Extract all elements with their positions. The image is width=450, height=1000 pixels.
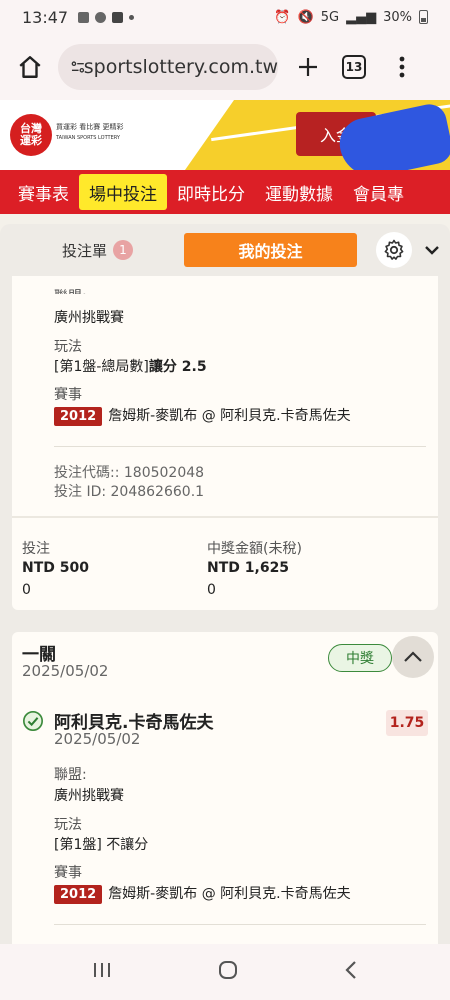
- odds-badge: 1.75: [386, 710, 428, 736]
- collapse-card-button[interactable]: [392, 636, 434, 678]
- network-type: 5G: [320, 9, 340, 25]
- market-line: 讓分 2.5: [148, 359, 207, 375]
- bet-date: 2025/05/02: [22, 662, 109, 680]
- app-notification-icon: [95, 11, 107, 23]
- market-label: 玩法: [54, 817, 82, 833]
- nav-item-live-betting[interactable]: 場中投注: [79, 174, 167, 210]
- match-name: 詹姆斯-麥凱布 @ 阿利貝克.卡奇馬佐夫: [108, 886, 351, 902]
- bet-card: 一關 2025/05/02 中獎 阿利貝克.卡奇馬佐夫 2025/05/02 1…: [12, 632, 438, 944]
- league-value: 廣州挑戰賽: [54, 788, 124, 804]
- recents-button[interactable]: [92, 961, 112, 983]
- settings-button[interactable]: [376, 232, 412, 268]
- alarm-icon: ⏰: [274, 9, 291, 25]
- image-notification-icon: [78, 11, 90, 23]
- section-divider: [12, 516, 438, 518]
- tagline-en: TAIWAN SPORTS LOTTERY: [56, 135, 120, 141]
- bet-id: 投注 ID: 204862660.1: [54, 484, 205, 500]
- bet-code: 投注代碼:: 180502048: [54, 465, 205, 481]
- league-label: 聯盟:: [54, 767, 87, 783]
- year-tag: 2012: [54, 885, 103, 904]
- tab-switcher-button[interactable]: 13: [336, 49, 372, 85]
- signal-icon: ▂▄▆: [346, 9, 377, 25]
- nav-item-sports-data[interactable]: 運動數據: [255, 174, 343, 210]
- stake-sub-value: 0: [22, 582, 31, 598]
- tab-count: 13: [342, 55, 366, 79]
- check-circle-icon: [23, 711, 43, 731]
- market-value: [第1盤-總局數]讓分 2.5: [54, 356, 207, 376]
- match-value: 2012 詹姆斯-麥凱布 @ 阿利貝克.卡奇馬佐夫: [54, 405, 351, 426]
- year-tag: 2012: [54, 407, 103, 426]
- back-button[interactable]: [344, 960, 358, 984]
- selection-date: 2025/05/02: [54, 730, 141, 748]
- gear-icon: [384, 239, 404, 260]
- payout-label: 中獎金額(未稅): [207, 541, 302, 557]
- address-bar[interactable]: sportslottery.com.tw: [58, 44, 278, 90]
- browser-menu-button[interactable]: [384, 49, 420, 85]
- url-text: sportslottery.com.tw: [83, 56, 278, 78]
- payout-sub-value: 0: [207, 582, 216, 598]
- home-icon: [19, 56, 41, 78]
- system-indicators: ⏰ 🔇 5G ▂▄▆ 30%: [274, 10, 428, 25]
- nav-item-member[interactable]: 會員專: [343, 174, 414, 210]
- chevron-up-icon: [404, 651, 422, 662]
- my-bets-list[interactable]: 聯盟: 廣州挑戰賽 玩法 [第1盤-總局數]讓分 2.5 賽事 2012 詹姆斯-…: [0, 276, 450, 944]
- browser-toolbar: sportslottery.com.tw 13: [0, 34, 450, 100]
- payout-value: NTD 1,625: [207, 560, 290, 576]
- stake-value: NTD 500: [22, 560, 89, 576]
- market-period: [第1盤]: [54, 837, 102, 853]
- match-value: 2012 詹姆斯-麥凱布 @ 阿利貝克.卡奇馬佐夫: [54, 883, 351, 904]
- match-name: 詹姆斯-麥凱布 @ 阿利貝克.卡奇馬佐夫: [108, 408, 351, 424]
- nav-item-live-scores[interactable]: 即時比分: [167, 174, 255, 210]
- main-nav: 賽事表 場中投注 即時比分 運動數據 會員專: [0, 170, 450, 214]
- back-chevron-icon: [345, 961, 356, 979]
- bet-slip-tab[interactable]: 投注單: [62, 240, 107, 261]
- system-nav-bar: [0, 944, 450, 1000]
- market-line: 不讓分: [101, 837, 149, 853]
- nav-item-schedule[interactable]: 賽事表: [0, 174, 79, 210]
- league-label: 聯盟:: [54, 286, 87, 294]
- chevron-down-icon: [425, 246, 439, 255]
- collapse-slip-button[interactable]: [420, 238, 444, 262]
- site-tagline: 買運彩 看比賽 更精彩 TAIWAN SPORTS LOTTERY: [56, 122, 123, 144]
- bet-slip-bar: 投注單 1 我的投注: [0, 224, 450, 276]
- new-tab-button[interactable]: [290, 49, 326, 85]
- bet-card: 聯盟: 廣州挑戰賽 玩法 [第1盤-總局數]讓分 2.5 賽事 2012 詹姆斯-…: [12, 276, 438, 610]
- home-button[interactable]: [12, 49, 48, 85]
- more-notifications-icon: [129, 14, 135, 20]
- notification-icons: [78, 11, 135, 23]
- tagline-zh: 買運彩 看比賽 更精彩: [56, 123, 124, 131]
- status-bar: 13:47 ⏰ 🔇 5G ▂▄▆ 30%: [0, 0, 450, 34]
- site-logo[interactable]: 台灣運彩: [10, 114, 52, 156]
- battery-icon: [419, 10, 428, 24]
- match-label: 賽事: [54, 865, 82, 881]
- home-nav-button[interactable]: [217, 959, 239, 985]
- more-vert-icon: [399, 56, 405, 78]
- youtube-notification-icon: [112, 11, 124, 23]
- home-circle-icon: [218, 961, 237, 979]
- status-badge: 中獎: [328, 644, 392, 672]
- league-value: 廣州挑戰賽: [54, 310, 124, 326]
- plus-icon: [299, 58, 317, 76]
- clock: 13:47: [22, 7, 69, 27]
- stake-label: 投注: [22, 541, 50, 557]
- battery-level: 30%: [383, 9, 412, 25]
- divider: [54, 924, 426, 925]
- match-label: 賽事: [54, 387, 82, 403]
- recents-icon: [94, 963, 111, 977]
- divider: [54, 446, 426, 447]
- my-bets-button[interactable]: 我的投注: [184, 233, 357, 267]
- market-label: 玩法: [54, 339, 82, 355]
- bet-slip-count-badge: 1: [113, 240, 133, 260]
- market-value: [第1盤] 不讓分: [54, 834, 148, 854]
- logo-text: 台灣運彩: [20, 122, 42, 147]
- mute-icon: 🔇: [297, 9, 314, 25]
- market-period: [第1盤-總局數]: [54, 359, 149, 375]
